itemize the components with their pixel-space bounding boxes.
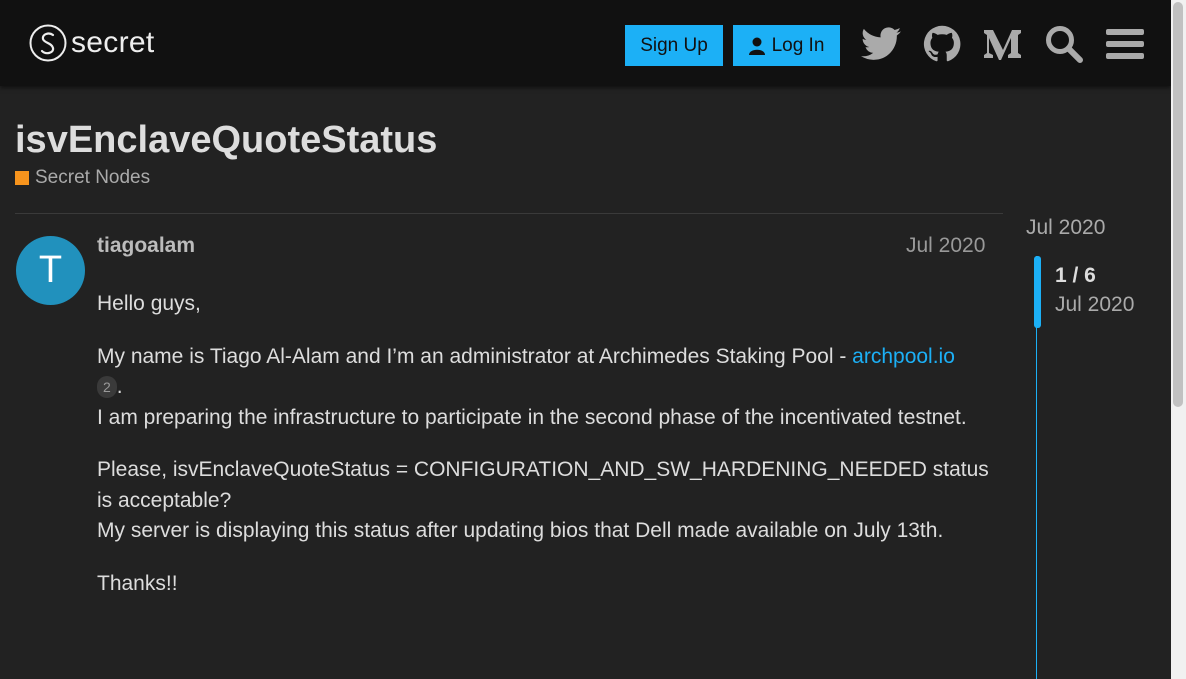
link-click-count: 2 bbox=[97, 376, 117, 399]
post-text: My name is Tiago Al-Alam and I’m an admi… bbox=[97, 344, 853, 368]
medium-icon[interactable] bbox=[981, 22, 1025, 66]
archpool-link[interactable]: archpool.io bbox=[852, 345, 955, 368]
post-text: My server is displaying this status afte… bbox=[97, 519, 944, 542]
sign-up-button[interactable]: Sign Up bbox=[625, 25, 723, 66]
user-icon bbox=[748, 37, 765, 55]
timeline-start-date[interactable]: Jul 2020 bbox=[1026, 216, 1105, 240]
post-text: I am preparing the infrastructure to par… bbox=[97, 405, 967, 429]
avatar-letter: T bbox=[38, 249, 63, 291]
site-header: secret Sign Up Log In bbox=[0, 0, 1171, 86]
scrollbar-thumb[interactable] bbox=[1173, 2, 1183, 407]
github-icon[interactable] bbox=[920, 22, 964, 66]
log-in-label: Log In bbox=[771, 34, 825, 56]
secret-logo-icon bbox=[29, 24, 67, 62]
timeline-position: 1 / 6 bbox=[1055, 264, 1096, 287]
twitter-icon[interactable] bbox=[859, 22, 903, 66]
logo-text: secret bbox=[71, 26, 155, 59]
search-icon[interactable] bbox=[1042, 22, 1086, 66]
post-paragraph: Please, isvEnclaveQuoteStatus = CONFIGUR… bbox=[97, 455, 992, 547]
post-text: Please, isvEnclaveQuoteStatus = CONFIGUR… bbox=[97, 458, 989, 512]
site-logo[interactable]: secret bbox=[29, 23, 155, 63]
log-in-button[interactable]: Log In bbox=[733, 25, 840, 66]
post-body: Hello guys, My name is Tiago Al-Alam and… bbox=[97, 289, 992, 621]
post-paragraph: My name is Tiago Al-Alam and I’m an admi… bbox=[97, 342, 992, 434]
page-scrollbar[interactable] bbox=[1171, 0, 1186, 679]
post-text: . bbox=[116, 375, 123, 398]
avatar[interactable]: T bbox=[16, 236, 85, 305]
topic-divider bbox=[15, 213, 1003, 214]
timeline-current-date: Jul 2020 bbox=[1055, 293, 1135, 316]
category-name: Secret Nodes bbox=[35, 167, 151, 188]
sign-up-label: Sign Up bbox=[640, 34, 708, 56]
category-badge[interactable]: Secret Nodes bbox=[15, 167, 150, 189]
post-paragraph: Thanks!! bbox=[97, 571, 178, 595]
topic-title[interactable]: isvEnclaveQuoteStatus bbox=[15, 119, 437, 162]
category-color-swatch bbox=[15, 171, 29, 185]
menu-icon[interactable] bbox=[1103, 22, 1147, 66]
post-date[interactable]: Jul 2020 bbox=[906, 234, 985, 258]
timeline-scroller-handle[interactable] bbox=[1034, 256, 1041, 328]
post-username[interactable]: tiagoalam bbox=[97, 234, 195, 258]
post-paragraph: Hello guys, bbox=[97, 292, 201, 315]
